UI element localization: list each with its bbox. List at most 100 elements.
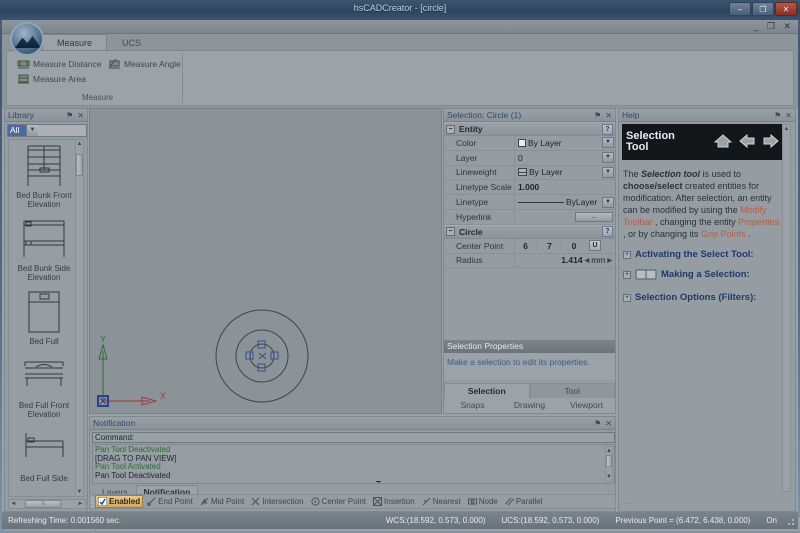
property-value-radius[interactable]: 1.414 ◀ mm ▶ <box>514 253 615 268</box>
scroll-down-icon[interactable]: ▼ <box>76 488 83 496</box>
snap-parallel[interactable]: Parallel <box>502 495 546 508</box>
scroll-up-icon[interactable]: ▲ <box>783 125 790 133</box>
help-section-label[interactable]: Activating the Select Tool: <box>635 249 754 260</box>
tab-selection[interactable]: Selection <box>444 383 530 398</box>
property-row-linetype[interactable]: Linetype ByLayer ▼ <box>444 195 615 210</box>
scroll-right-icon[interactable]: ► <box>76 500 85 508</box>
library-filter-dropdown[interactable]: All ▼ <box>7 124 87 137</box>
list-item[interactable]: Bed Bunk Side Elevation <box>9 213 79 286</box>
help-section-selection-options[interactable]: + Selection Options (Filters): <box>623 292 782 303</box>
back-arrow-icon[interactable] <box>738 133 756 151</box>
notification-close-icon[interactable]: ✕ <box>605 419 612 428</box>
resize-grip-icon[interactable] <box>785 515 795 526</box>
property-value-linetype[interactable]: ByLayer ▼ <box>514 195 615 209</box>
tab-tool[interactable]: Tool <box>529 383 615 398</box>
help-section-making-selection[interactable]: + Making a Selection: <box>623 269 782 283</box>
measure-angle-button[interactable]: Measure Angle <box>108 57 181 71</box>
mdi-minimize-button[interactable]: _ <box>753 21 761 31</box>
list-item[interactable]: Bed Full Front Elevation <box>9 350 79 423</box>
snap-center-point[interactable]: Center Point <box>308 495 369 508</box>
command-log[interactable]: Pan Tool Deactivated [DRAG TO PAN VIEW] … <box>92 444 615 484</box>
help-section-label[interactable]: Selection Options (Filters): <box>635 292 756 303</box>
property-row-color[interactable]: Color By Layer ▼ <box>444 136 615 151</box>
scrollbar-thumb[interactable] <box>606 455 612 467</box>
property-value-hyperlink[interactable]: ... <box>514 209 615 224</box>
chevron-down-icon[interactable]: ▼ <box>602 152 614 164</box>
property-value-linetype-scale[interactable]: 1.000 <box>514 180 615 195</box>
help-pin-icon[interactable]: ⚑ <box>774 111 781 120</box>
spinner-right-icon[interactable]: ▶ <box>607 257 612 264</box>
ribbon-tab-measure[interactable]: Measure <box>42 34 108 50</box>
section-header-entity[interactable]: − Entity ? <box>444 122 615 136</box>
notification-pin-icon[interactable]: ⚑ <box>594 419 601 428</box>
forward-arrow-icon[interactable] <box>762 133 780 151</box>
property-row-linetype-scale[interactable]: Linetype Scale 1.000 <box>444 180 615 196</box>
hyperlink-browse-button[interactable]: ... <box>575 211 613 222</box>
center-point-unit-button[interactable]: U <box>589 240 601 252</box>
tab-drawing[interactable]: Drawing <box>501 398 558 413</box>
property-row-layer[interactable]: Layer 0 ▼ <box>444 150 615 166</box>
collapse-icon[interactable]: − <box>446 227 455 237</box>
center-point-y[interactable]: 7 <box>539 240 561 251</box>
help-section-label[interactable]: Making a Selection: <box>661 269 750 280</box>
log-vertical-scrollbar[interactable]: ▲ ▼ <box>605 446 613 482</box>
help-link-properties[interactable]: Properties <box>738 217 779 227</box>
scroll-left-icon[interactable]: ◄ <box>9 500 18 508</box>
expand-icon[interactable]: + <box>623 271 631 279</box>
library-horizontal-scrollbar[interactable]: ◄ ≡ ► <box>8 499 86 509</box>
library-item-list[interactable]: Bed Bunk Front Elevation Bed Bunk Side E… <box>8 139 80 497</box>
help-icon[interactable]: ? <box>602 123 613 135</box>
maximize-button[interactable]: ❐ <box>752 2 774 16</box>
snap-enabled-toggle[interactable]: Enabled <box>95 495 144 508</box>
property-value-lineweight[interactable]: By Layer ▼ <box>514 165 615 180</box>
mdi-close-button[interactable]: ✕ <box>783 21 794 31</box>
chevron-down-icon[interactable]: ▼ <box>602 196 614 208</box>
help-vertical-scrollbar[interactable]: ▲ <box>782 124 791 492</box>
selection-pin-icon[interactable]: ⚑ <box>594 111 601 120</box>
tab-viewport[interactable]: Viewport <box>558 398 615 413</box>
help-section-activating[interactable]: + Activating the Select Tool: <box>623 249 782 260</box>
collapse-icon[interactable]: − <box>446 124 455 134</box>
library-close-icon[interactable]: ✕ <box>77 111 84 120</box>
measure-area-button[interactable]: Measure Area <box>17 72 86 86</box>
property-row-hyperlink[interactable]: Hyperlink ... <box>444 209 615 225</box>
library-vertical-scrollbar[interactable]: ▲ ▼ <box>75 139 84 497</box>
list-item[interactable]: Bed Full <box>9 286 79 350</box>
expand-icon[interactable]: + <box>623 294 631 302</box>
home-icon[interactable] <box>713 133 733 151</box>
minimize-button[interactable]: – <box>729 2 751 16</box>
center-point-x[interactable]: 6 <box>515 240 537 251</box>
snap-insertion[interactable]: Insertion <box>370 495 418 508</box>
snap-node[interactable]: Node <box>465 495 501 508</box>
snap-end-point[interactable]: End Point <box>144 495 196 508</box>
help-icon[interactable]: ? <box>602 226 613 238</box>
chevron-down-icon[interactable]: ▼ <box>26 125 38 136</box>
app-logo[interactable] <box>10 22 44 56</box>
expand-icon[interactable]: + <box>623 251 631 259</box>
scroll-down-icon[interactable]: ▼ <box>606 473 612 481</box>
scrollbar-thumb[interactable] <box>76 154 83 176</box>
chevron-down-icon[interactable]: ▼ <box>602 137 614 149</box>
help-close-icon[interactable]: ✕ <box>785 111 792 120</box>
property-value-center-point[interactable]: 6 7 0 U <box>514 238 615 253</box>
drawing-canvas[interactable]: Y X <box>89 108 442 414</box>
scroll-up-icon[interactable]: ▲ <box>606 447 612 455</box>
radius-value-text[interactable]: 1.414 <box>561 255 582 265</box>
property-row-center-point[interactable]: Center Point 6 7 0 U <box>444 238 615 254</box>
center-point-z[interactable]: 0 <box>563 241 585 251</box>
help-link-grip-points[interactable]: Grip Points <box>701 229 746 239</box>
library-pin-icon[interactable]: ⚑ <box>66 111 73 120</box>
spinner-left-icon[interactable]: ◀ <box>585 257 590 264</box>
toolbar-grip-icon[interactable] <box>91 497 94 508</box>
measure-distance-button[interactable]: Measure Distance <box>17 57 102 71</box>
property-value-layer[interactable]: 0 ▼ <box>514 150 615 165</box>
close-button[interactable]: ✕ <box>775 2 797 16</box>
property-row-radius[interactable]: Radius 1.414 ◀ mm ▶ <box>444 253 615 269</box>
section-header-circle[interactable]: − Circle ? <box>444 224 615 239</box>
property-row-lineweight[interactable]: Lineweight By Layer ▼ <box>444 165 615 181</box>
property-value-color[interactable]: By Layer ▼ <box>514 136 615 150</box>
selection-close-icon[interactable]: ✕ <box>605 111 612 120</box>
snap-nearest[interactable]: Nearest <box>419 495 464 508</box>
list-item[interactable]: Bed Full Side <box>9 423 79 487</box>
mdi-restore-button[interactable]: ❐ <box>767 21 778 31</box>
